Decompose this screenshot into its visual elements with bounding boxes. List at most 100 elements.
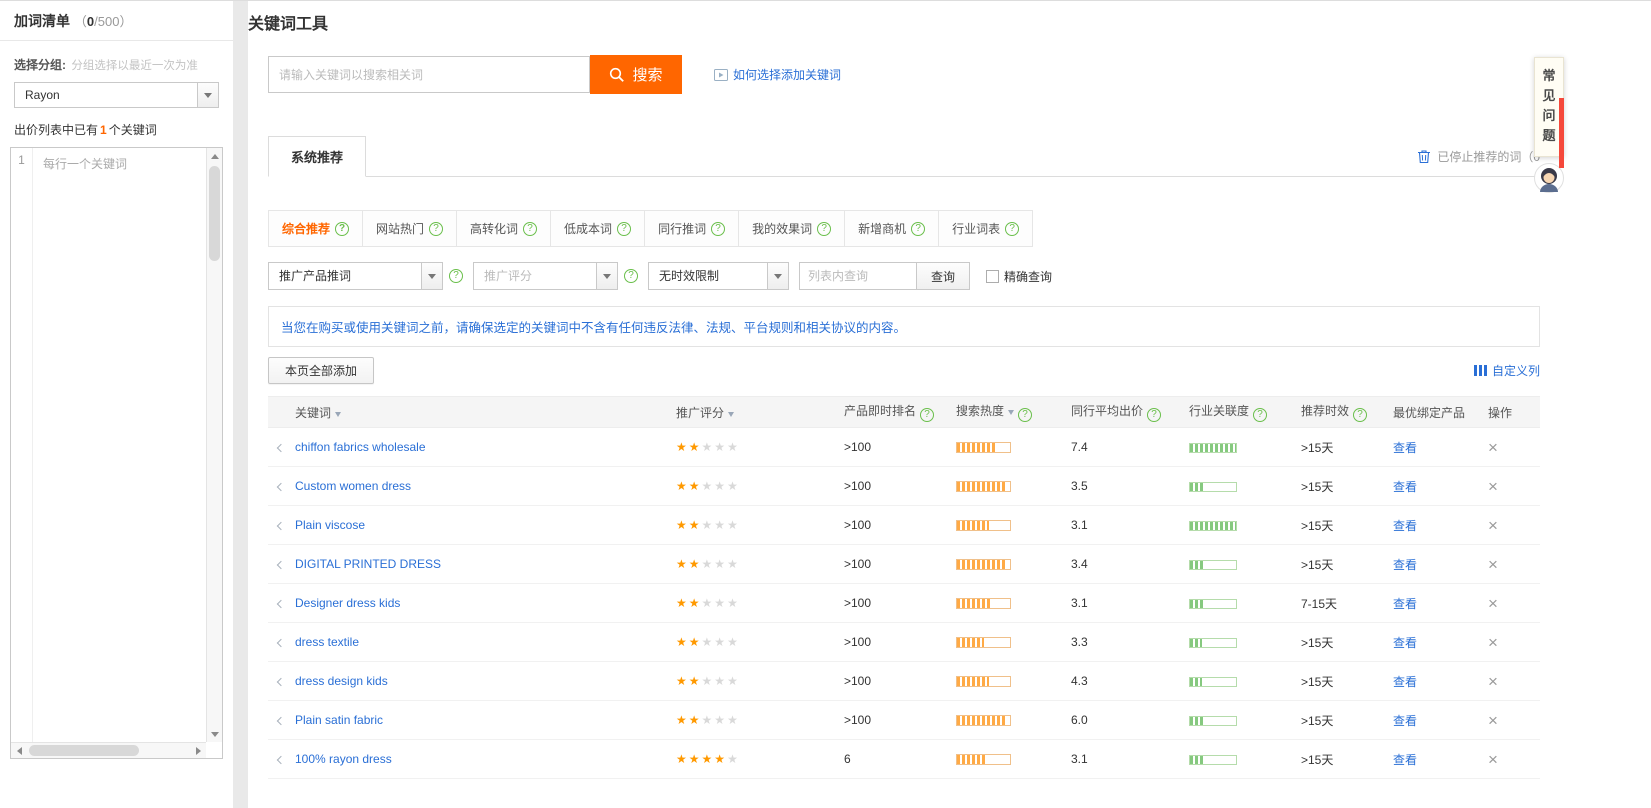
- scroll-left-icon[interactable]: [11, 743, 27, 759]
- view-product-link[interactable]: 查看: [1393, 753, 1417, 767]
- query-button[interactable]: 查询: [917, 262, 970, 290]
- scroll-right-icon[interactable]: [190, 743, 206, 759]
- expand-chevron-icon[interactable]: [277, 756, 285, 764]
- sort-icon[interactable]: [335, 412, 341, 417]
- keyword-link[interactable]: dress design kids: [295, 674, 388, 688]
- validity-filter-select[interactable]: 无时效限制: [648, 262, 789, 290]
- filter-tab[interactable]: 行业词表?: [938, 210, 1033, 247]
- relevance-fill: [1190, 444, 1236, 452]
- bound-product-cell: 查看: [1385, 467, 1480, 506]
- help-icon[interactable]: ?: [1018, 408, 1032, 422]
- help-icon[interactable]: ?: [617, 222, 631, 236]
- table-row: chiffon fabrics wholesale★★★★★>1007.4>15…: [268, 428, 1540, 467]
- keyword-link[interactable]: DIGITAL PRINTED DRESS: [295, 557, 441, 571]
- filter-tab[interactable]: 高转化词?: [456, 210, 551, 247]
- remove-icon[interactable]: ×: [1488, 516, 1498, 535]
- scrollbar-thumb[interactable]: [29, 745, 139, 756]
- filter-tab[interactable]: 综合推荐?: [268, 210, 363, 247]
- industry-relevance-bar: [1189, 638, 1237, 648]
- help-icon[interactable]: ?: [1353, 408, 1367, 422]
- column-header-label: 推广评分: [676, 406, 724, 420]
- filter-tab[interactable]: 同行推词?: [644, 210, 739, 247]
- faq-button[interactable]: 常见问题: [1534, 57, 1564, 157]
- faq-float-widget: 常见问题: [1534, 57, 1564, 193]
- help-icon[interactable]: ?: [1147, 408, 1161, 422]
- list-search-input[interactable]: [799, 262, 917, 290]
- horizontal-scrollbar[interactable]: [11, 742, 206, 758]
- remove-icon[interactable]: ×: [1488, 438, 1498, 457]
- help-icon[interactable]: ?: [817, 222, 831, 236]
- keyword-link[interactable]: dress textile: [295, 635, 359, 649]
- keyword-link[interactable]: chiffon fabrics wholesale: [295, 440, 426, 454]
- keyword-input-area[interactable]: 1 每行一个关键词: [10, 147, 223, 759]
- remove-icon[interactable]: ×: [1488, 594, 1498, 613]
- group-select[interactable]: Rayon: [14, 82, 219, 108]
- keyword-link[interactable]: Designer dress kids: [295, 596, 400, 610]
- help-icon[interactable]: ?: [335, 222, 349, 236]
- customize-columns-link[interactable]: 自定义列: [1474, 362, 1540, 379]
- expand-chevron-icon[interactable]: [277, 678, 285, 686]
- filter-tab[interactable]: 网站热门?: [362, 210, 457, 247]
- scrollbar-thumb[interactable]: [209, 166, 220, 261]
- score-filter-select[interactable]: 推广评分: [473, 262, 618, 290]
- view-product-link[interactable]: 查看: [1393, 558, 1417, 572]
- keyword-link[interactable]: 100% rayon dress: [295, 752, 392, 766]
- remove-icon[interactable]: ×: [1488, 672, 1498, 691]
- view-product-link[interactable]: 查看: [1393, 519, 1417, 533]
- tab-system-recommend[interactable]: 系统推荐: [268, 136, 366, 177]
- sort-icon[interactable]: [1008, 410, 1014, 415]
- view-product-link[interactable]: 查看: [1393, 597, 1417, 611]
- chevron-down-icon[interactable]: [197, 83, 218, 107]
- avg-bid-cell: 3.4: [1063, 545, 1181, 584]
- expand-chevron-icon[interactable]: [277, 600, 285, 608]
- keyword-link[interactable]: Custom women dress: [295, 479, 411, 493]
- how-to-add-keywords-link[interactable]: 如何选择添加关键词: [714, 66, 841, 83]
- remove-icon[interactable]: ×: [1488, 555, 1498, 574]
- remove-icon[interactable]: ×: [1488, 750, 1498, 769]
- remove-icon[interactable]: ×: [1488, 633, 1498, 652]
- keyword-link[interactable]: Plain viscose: [295, 518, 365, 532]
- help-icon[interactable]: ?: [429, 222, 443, 236]
- product-filter-select[interactable]: 推广产品推词: [268, 262, 443, 290]
- help-icon[interactable]: ?: [449, 269, 463, 283]
- chevron-down-icon[interactable]: [421, 263, 442, 289]
- scroll-up-icon[interactable]: [207, 148, 223, 164]
- expand-chevron-icon[interactable]: [277, 483, 285, 491]
- keyword-link[interactable]: Plain satin fabric: [295, 713, 383, 727]
- help-icon[interactable]: ?: [920, 408, 934, 422]
- help-icon[interactable]: ?: [624, 269, 638, 283]
- help-icon[interactable]: ?: [711, 222, 725, 236]
- chevron-down-icon[interactable]: [767, 263, 788, 289]
- filter-tab[interactable]: 低成本词?: [550, 210, 645, 247]
- view-product-link[interactable]: 查看: [1393, 480, 1417, 494]
- vertical-scrollbar[interactable]: [206, 148, 222, 742]
- help-icon[interactable]: ?: [523, 222, 537, 236]
- help-icon[interactable]: ?: [911, 222, 925, 236]
- expand-chevron-icon[interactable]: [277, 561, 285, 569]
- keyword-search-input[interactable]: [268, 56, 590, 93]
- validity-cell: 7-15天: [1293, 584, 1385, 623]
- sort-icon[interactable]: [728, 412, 734, 417]
- view-product-link[interactable]: 查看: [1393, 441, 1417, 455]
- stopped-words-link[interactable]: 已停止推荐的词（0: [1417, 136, 1540, 177]
- expand-chevron-icon[interactable]: [277, 522, 285, 530]
- help-icon[interactable]: ?: [1253, 408, 1267, 422]
- search-button[interactable]: 搜索: [590, 55, 682, 94]
- exact-search-checkbox[interactable]: [986, 270, 999, 283]
- expand-chevron-icon[interactable]: [277, 717, 285, 725]
- scroll-down-icon[interactable]: [207, 726, 223, 742]
- filter-tab[interactable]: 新增商机?: [844, 210, 939, 247]
- expand-chevron-icon[interactable]: [277, 444, 285, 452]
- add-all-button[interactable]: 本页全部添加: [268, 357, 374, 384]
- view-product-link[interactable]: 查看: [1393, 636, 1417, 650]
- bound-product-cell: 查看: [1385, 740, 1480, 779]
- remove-icon[interactable]: ×: [1488, 711, 1498, 730]
- view-product-link[interactable]: 查看: [1393, 675, 1417, 689]
- remove-icon[interactable]: ×: [1488, 477, 1498, 496]
- expand-chevron-icon[interactable]: [277, 639, 285, 647]
- exact-search-option[interactable]: 精确查询: [986, 268, 1052, 285]
- view-product-link[interactable]: 查看: [1393, 714, 1417, 728]
- filter-tab[interactable]: 我的效果词?: [738, 210, 845, 247]
- chevron-down-icon[interactable]: [596, 263, 617, 289]
- help-icon[interactable]: ?: [1005, 222, 1019, 236]
